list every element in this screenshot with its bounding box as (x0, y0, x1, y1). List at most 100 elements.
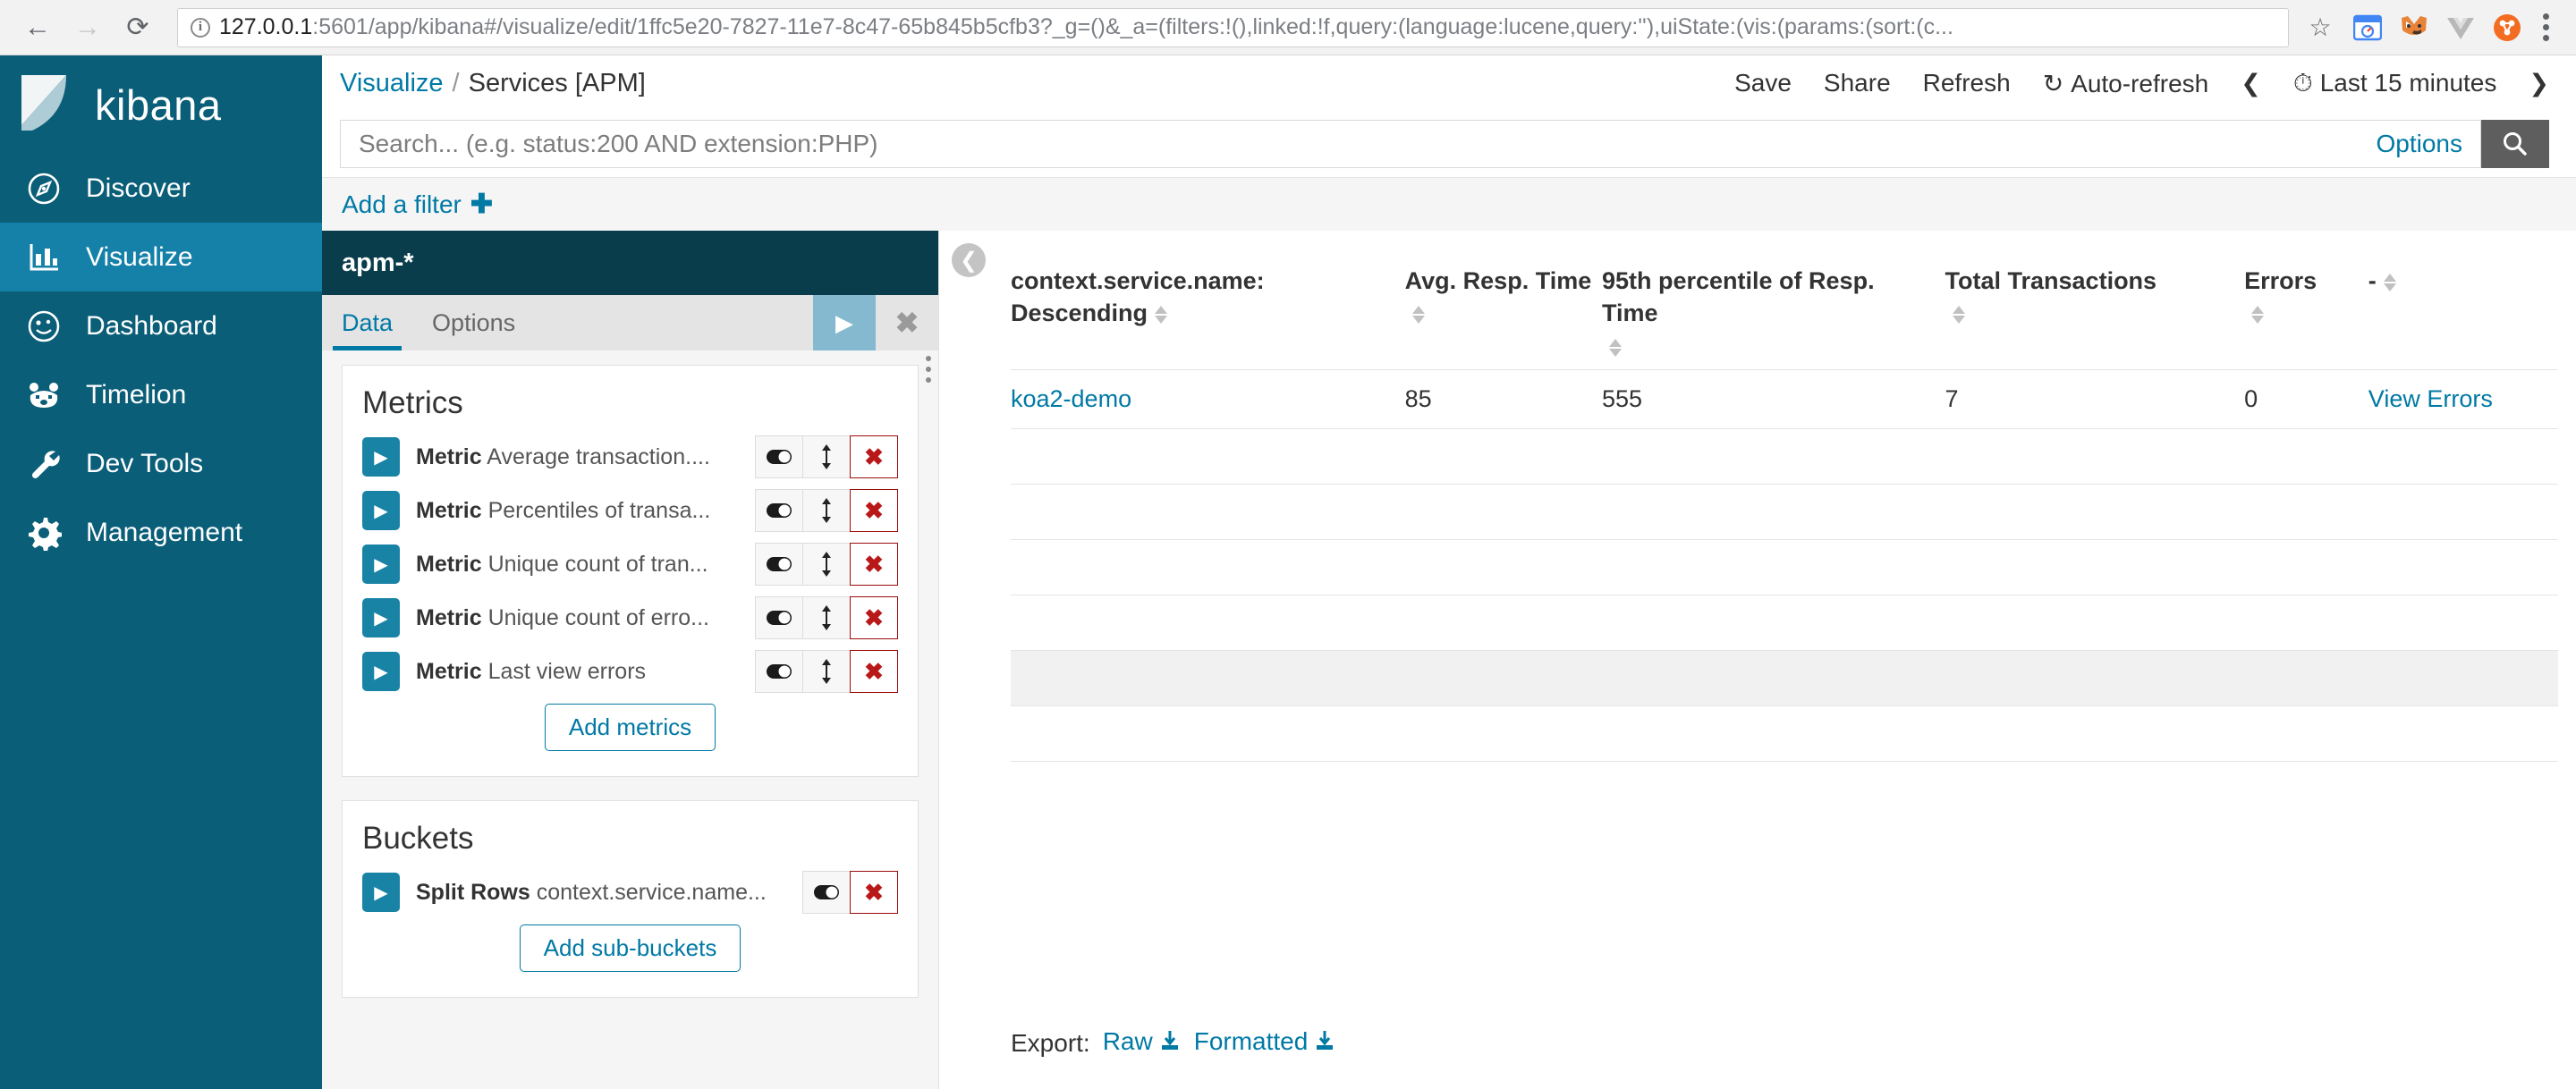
save-button[interactable]: Save (1734, 69, 1792, 97)
search-icon (2504, 132, 2527, 156)
add-metrics-wrap: Add metrics (362, 704, 898, 751)
discard-changes-button[interactable]: ✖ (876, 295, 938, 350)
sidebar-item-management[interactable]: Management (0, 498, 322, 567)
sort-control-icon[interactable] (1608, 338, 1622, 357)
column-header-action[interactable]: - (2368, 257, 2558, 370)
chevron-left-icon[interactable]: ❮ (2241, 70, 2261, 97)
apply-changes-button[interactable]: ▶ (813, 295, 876, 350)
sidebar-item-dev-tools[interactable]: Dev Tools (0, 429, 322, 498)
column-header-total-transactions[interactable]: Total Transactions (1945, 257, 2245, 370)
move-updown-icon[interactable] (802, 543, 851, 586)
bucket-row: ▶ Split Rows context.service.name... ✖ (362, 871, 898, 914)
remove-x-icon[interactable]: ✖ (850, 489, 898, 532)
metric-actions: ✖ (755, 435, 898, 478)
remove-x-icon[interactable]: ✖ (850, 650, 898, 693)
tab-options[interactable]: Options (412, 295, 535, 350)
chevron-right-icon[interactable]: ▶ (362, 437, 400, 477)
chevron-right-icon[interactable]: ▶ (362, 652, 400, 691)
kebab-menu-icon[interactable] (2523, 13, 2563, 41)
query-options-button[interactable]: Options (2362, 130, 2463, 158)
star-icon[interactable]: ☆ (2300, 7, 2341, 48)
sidebar-item-discover[interactable]: Discover (0, 154, 322, 223)
sidebar-item-timelion[interactable]: Timelion (0, 360, 322, 429)
lighthouse-extension-icon[interactable] (2351, 12, 2384, 44)
add-filter-button[interactable]: Add a filter ✚ (342, 189, 493, 220)
chevron-left-collapse-icon[interactable]: ❮ (952, 243, 986, 277)
kibana-wordmark: kibana (95, 80, 222, 129)
export-formatted-button[interactable]: Formatted (1194, 1027, 1337, 1059)
move-updown-icon[interactable] (802, 489, 851, 532)
sort-control-icon[interactable] (1952, 306, 1965, 325)
remove-x-icon[interactable]: ✖ (850, 596, 898, 639)
cell-action: View Errors (2368, 369, 2558, 429)
column-header-errors[interactable]: Errors (2244, 257, 2368, 370)
share-button[interactable]: Share (1824, 69, 1891, 97)
share-extension-icon[interactable] (2491, 12, 2523, 44)
tab-data[interactable]: Data (322, 295, 412, 350)
back-arrow-icon[interactable]: ← (13, 3, 63, 53)
empty-cell (1011, 539, 2558, 595)
add-metrics-button[interactable]: Add metrics (544, 704, 716, 751)
table-row-empty (1011, 484, 2558, 540)
sidebar-item-label: Management (86, 517, 243, 547)
metric-label: Metric Unique count of tran... (400, 552, 756, 578)
fox-extension-icon[interactable] (2398, 12, 2430, 44)
sort-control-icon[interactable] (1411, 306, 1425, 325)
url-bar[interactable]: i 127.0.0.1 :5601/app/kibana#/visualize/… (177, 7, 2289, 47)
visibility-toggle-icon[interactable] (755, 596, 803, 639)
search-submit-button[interactable] (2481, 120, 2549, 168)
column-label: 95th percentile of Resp. Time (1601, 267, 1875, 327)
refresh-button[interactable]: Refresh (1923, 69, 2011, 97)
chevron-right-icon[interactable]: ▶ (362, 544, 400, 584)
column-label: Total Transactions (1945, 267, 2157, 294)
vue-extension-icon[interactable] (2445, 12, 2477, 44)
visibility-toggle-icon[interactable] (802, 871, 851, 914)
metric-type: Metric (416, 443, 482, 469)
visibility-toggle-icon[interactable] (755, 489, 803, 532)
export-formatted-label: Formatted (1193, 1027, 1309, 1055)
sidebar-item-label: Dev Tools (86, 448, 204, 478)
reload-icon[interactable]: ⟳ (113, 3, 163, 53)
search-input[interactable] (359, 130, 2362, 158)
time-range-button[interactable]: ⏱ Last 15 minutes (2293, 69, 2497, 98)
remove-x-icon[interactable]: ✖ (850, 435, 898, 478)
page-info-icon[interactable]: i (191, 17, 210, 38)
visibility-toggle-icon[interactable] (755, 543, 803, 586)
sidebar-item-label: Visualize (86, 241, 193, 272)
sort-control-icon[interactable] (2383, 273, 2396, 291)
table-row-empty (1011, 428, 2558, 485)
chevron-right-icon[interactable]: ▶ (362, 598, 400, 637)
sidebar-item-visualize[interactable]: Visualize (0, 223, 322, 291)
search-box[interactable]: Options (340, 120, 2481, 168)
auto-refresh-button[interactable]: ↻ Auto-refresh (2043, 69, 2209, 98)
chevron-right-icon[interactable]: ❯ (2529, 70, 2549, 97)
column-header-avg-resp[interactable]: Avg. Resp. Time (1405, 257, 1602, 370)
refresh-cycle-icon: ↻ (2042, 69, 2064, 97)
sidebar-item-dashboard[interactable]: Dashboard (0, 291, 322, 360)
forward-arrow-icon[interactable]: → (63, 3, 113, 53)
service-link[interactable]: koa2-demo (1011, 385, 1131, 412)
column-header-service[interactable]: context.service.name: Descending (1011, 257, 1405, 370)
view-errors-link[interactable]: View Errors (2368, 385, 2493, 412)
metrics-title: Metrics (362, 385, 463, 420)
sort-control-icon[interactable] (2251, 306, 2265, 325)
visibility-toggle-icon[interactable] (755, 435, 803, 478)
move-updown-icon[interactable] (802, 650, 851, 693)
metric-label: Metric Average transaction.... (400, 444, 756, 470)
move-updown-icon[interactable] (802, 596, 851, 639)
buckets-title: Buckets (362, 821, 474, 856)
breadcrumb-visualize[interactable]: Visualize (340, 69, 444, 98)
panel-resize-handle[interactable] (926, 350, 931, 383)
metric-desc: Unique count of tran... (487, 551, 708, 577)
move-updown-icon[interactable] (802, 435, 851, 478)
sort-control-icon[interactable] (1155, 306, 1168, 325)
chevron-right-icon[interactable]: ▶ (362, 491, 400, 530)
add-sub-buckets-button[interactable]: Add sub-buckets (519, 924, 741, 972)
export-raw-button[interactable]: Raw (1103, 1027, 1182, 1059)
column-header-p95-resp[interactable]: 95th percentile of Resp. Time (1602, 257, 1945, 370)
visibility-toggle-icon[interactable] (755, 650, 803, 693)
visualize-editor: apm-* Data Options ▶ ✖ Metrics ▶ Metric … (322, 231, 2576, 1089)
remove-x-icon[interactable]: ✖ (850, 543, 898, 586)
remove-x-icon[interactable]: ✖ (850, 871, 898, 914)
chevron-right-icon[interactable]: ▶ (362, 873, 400, 912)
